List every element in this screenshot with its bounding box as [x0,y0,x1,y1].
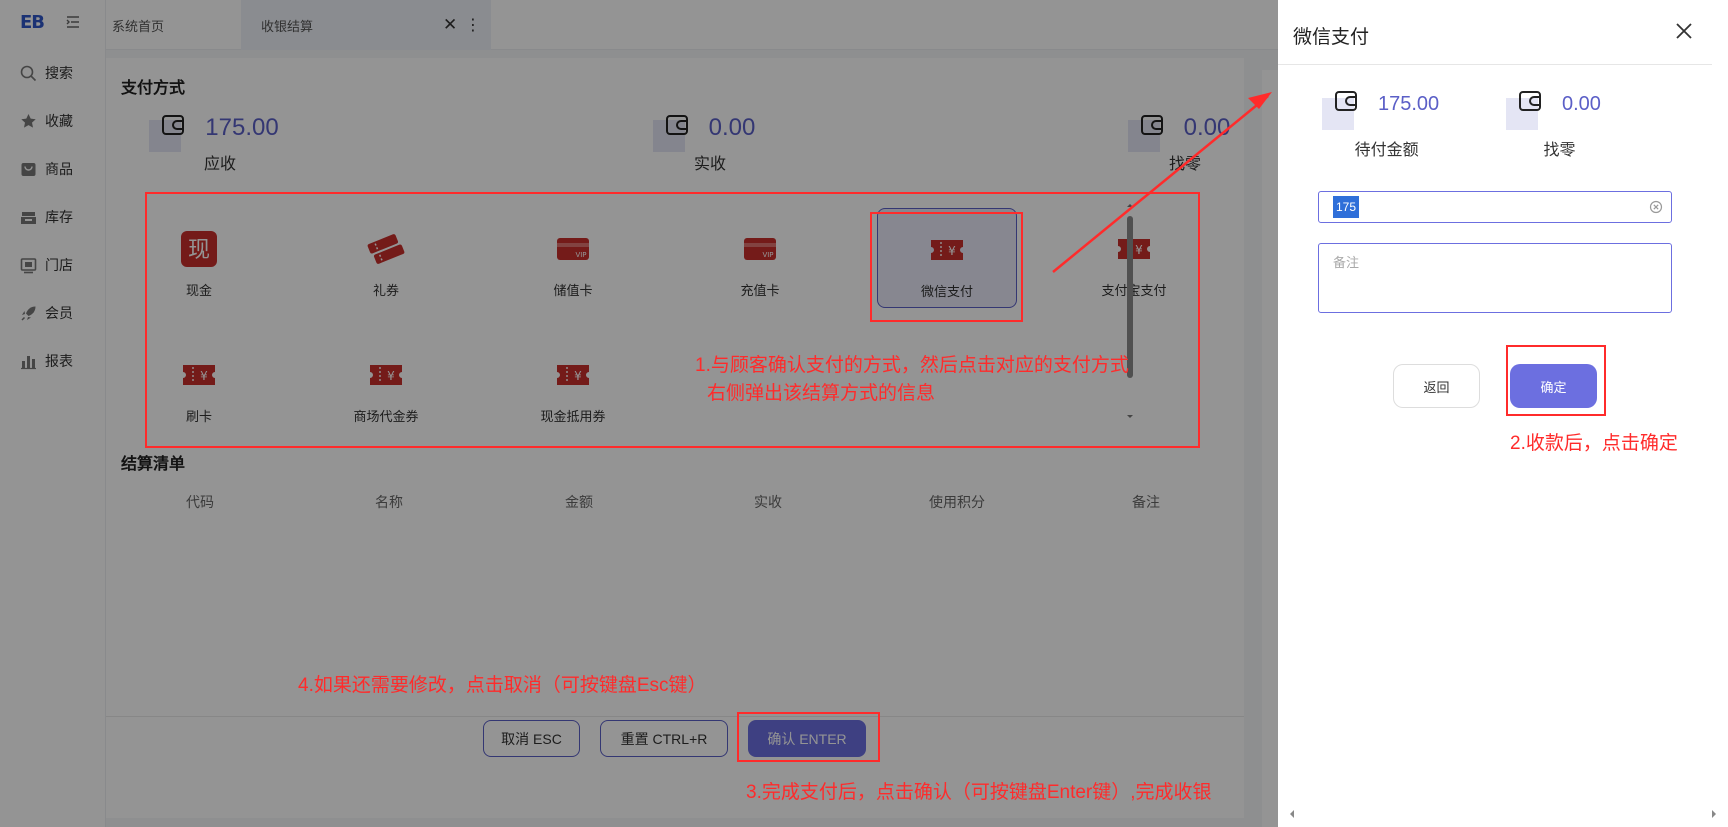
close-icon[interactable] [1673,20,1695,42]
annotation-step1-line1: 1.与顾客确认支付的方式，然后点击对应的支付方式 [695,355,1129,376]
due-label: 待付金额 [1354,142,1419,159]
annotation-box-wechat [870,212,1023,322]
due-amount: 175.00 待付金额 [1322,90,1440,160]
annotation-box-methods [145,192,1200,448]
drawer-horizontal-scrollbar[interactable] [1288,808,1718,820]
annotation-box-confirm [737,712,880,762]
annotation-step2: 2.收款后，点击确定 [1510,433,1678,454]
drawer-change-amount: 0.00 找零 [1506,90,1601,160]
amount-input[interactable]: 175 [1318,191,1672,223]
annotation-box-ok [1506,345,1606,416]
drawer-vertical-scrollbar[interactable] [1714,0,1728,827]
due-value: 175.00 [1378,92,1440,115]
annotation-step1-line2: 右侧弹出该结算方式的信息 [707,383,936,404]
amount-input-value: 175 [1333,196,1360,218]
drawer-change-label: 找零 [1543,142,1576,159]
drawer-divider [1278,64,1712,65]
clear-icon[interactable] [1649,200,1663,214]
annotation-step3: 3.完成支付后，点击确认（可按键盘Enter键）,完成收银 [746,782,1212,803]
wallet-icon [1322,90,1364,130]
payment-drawer: 微信支付 175.00 待付金额 0.00 找零 175 备注 返回 确定 [1278,0,1728,827]
drawer-change-value: 0.00 [1562,92,1601,115]
remark-textarea[interactable]: 备注 [1318,243,1672,313]
drawer-title: 微信支付 [1293,27,1370,48]
annotation-step4: 4.如果还需要修改，点击取消（可按键盘Esc键） [298,675,707,696]
back-button[interactable]: 返回 [1393,364,1480,408]
wallet-icon [1506,90,1548,130]
